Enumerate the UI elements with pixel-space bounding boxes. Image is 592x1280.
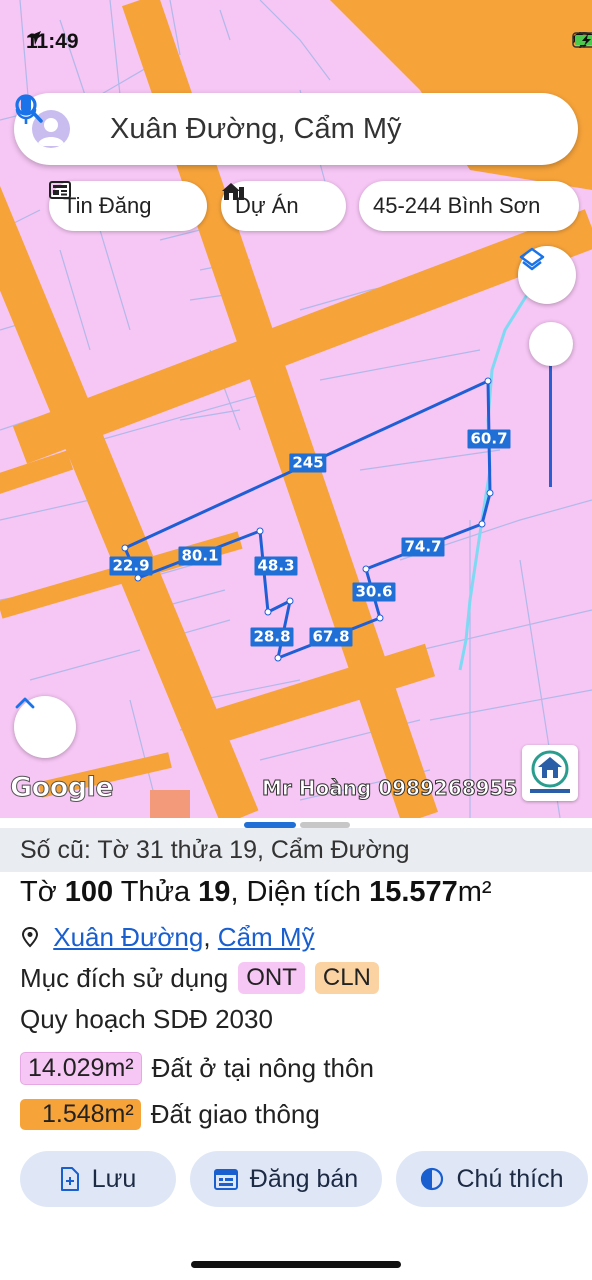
chip-place-label: 45-244 Bình Sơn (373, 193, 541, 218)
sheet-label: Tờ (20, 876, 65, 908)
segment-length-label: 22.9 (109, 556, 153, 576)
location-pin-icon (21, 926, 39, 948)
layers-icon (519, 247, 545, 271)
plan-item-label: Đất giao thông (150, 1099, 320, 1129)
segment-length-label: 48.3 (254, 556, 298, 576)
chip-projects[interactable]: Dự Án (221, 181, 346, 231)
watermark-text: Mr Hoàng 0989268955 (261, 776, 518, 801)
parcel-title: Tờ 100 Thửa 19, Diện tích 15.577m² (20, 876, 492, 909)
chip-listings-label: Tin Đăng (63, 193, 152, 218)
segment-length-label: 30.6 (352, 582, 396, 602)
segment-length-label: 67.8 (309, 627, 353, 647)
google-logo: Google (9, 772, 114, 804)
map-view[interactable]: 245 60.7 74.7 30.6 67.8 28.8 48.3 80.1 2… (0, 0, 592, 818)
plan-item-residential: 14.029m² Đất ở tại nông thôn (20, 1052, 374, 1085)
purpose-tag-cln: CLN (314, 962, 379, 994)
chevron-up-icon (15, 697, 35, 709)
chip-place[interactable]: 45-244 Bình Sơn (359, 181, 579, 231)
microphone-icon[interactable] (14, 93, 38, 129)
segment-length-label: 74.7 (401, 537, 445, 557)
sell-label: Đăng bán (249, 1164, 359, 1193)
parcel-address: Xuân Đường, Cẩm Mỹ (20, 922, 315, 953)
sheet-number: 100 (64, 876, 114, 908)
plan-item-label: Đất ở tại nông thôn (151, 1053, 374, 1083)
segment-length-label: 60.7 (467, 429, 511, 449)
watermark-logo (522, 745, 578, 801)
legend-button[interactable]: Chú thích (396, 1151, 588, 1207)
area-label: , Diện tích (230, 876, 370, 908)
segment-length-label: 80.1 (178, 546, 222, 566)
contrast-icon (421, 1167, 444, 1191)
location-arrow-icon (27, 31, 41, 45)
plan-item-traffic: 1.548m² Đất giao thông (20, 1099, 320, 1130)
search-query[interactable]: Xuân Đường, Cẩm Mỹ (110, 113, 401, 146)
district-link[interactable]: Cẩm Mỹ (218, 922, 315, 952)
plot-label: Thửa (113, 876, 199, 908)
commune-link[interactable]: Xuân Đường (53, 922, 203, 952)
newspaper-icon (49, 181, 71, 199)
sell-listing-button[interactable]: Đăng bán (190, 1151, 382, 1207)
chip-listings[interactable]: Tin Đăng (49, 181, 207, 231)
battery-charging-icon (572, 32, 592, 48)
file-add-icon (60, 1167, 79, 1191)
save-button[interactable]: Lưu (20, 1151, 176, 1207)
area-value: 15.577 (369, 876, 458, 908)
save-label: Lưu (91, 1164, 137, 1193)
legend-label: Chú thích (456, 1164, 564, 1193)
purpose-label: Mục đích sử dụng (20, 962, 229, 993)
area-unit: m² (457, 876, 492, 908)
calendar-icon (213, 1169, 238, 1190)
plot-number: 19 (198, 876, 231, 908)
home-building-icon (222, 183, 244, 200)
home-indicator[interactable] (191, 1261, 401, 1268)
opacity-slider-handle[interactable] (529, 322, 573, 366)
segment-length-label: 245 (289, 453, 327, 473)
expand-up-button[interactable] (14, 696, 76, 758)
old-parcel-info: Số cũ: Tờ 31 thửa 19, Cẩm Đường (0, 828, 592, 872)
plan-item-area: 14.029m² (20, 1052, 142, 1085)
status-time: 11:49 (26, 30, 79, 54)
search-box[interactable]: Xuân Đường, Cẩm Mỹ (14, 93, 578, 165)
segment-length-label: 28.8 (250, 627, 294, 647)
opacity-slider-track[interactable] (549, 345, 552, 487)
plan-title: Quy hoạch SDĐ 2030 (20, 1004, 273, 1034)
purpose-tag-ont: ONT (238, 962, 305, 994)
land-use-purpose: Mục đích sử dụng ONT CLN (20, 962, 379, 994)
layers-button[interactable] (518, 246, 576, 304)
plan-item-area: 1.548m² (20, 1099, 141, 1130)
house-logo-icon (530, 750, 570, 793)
